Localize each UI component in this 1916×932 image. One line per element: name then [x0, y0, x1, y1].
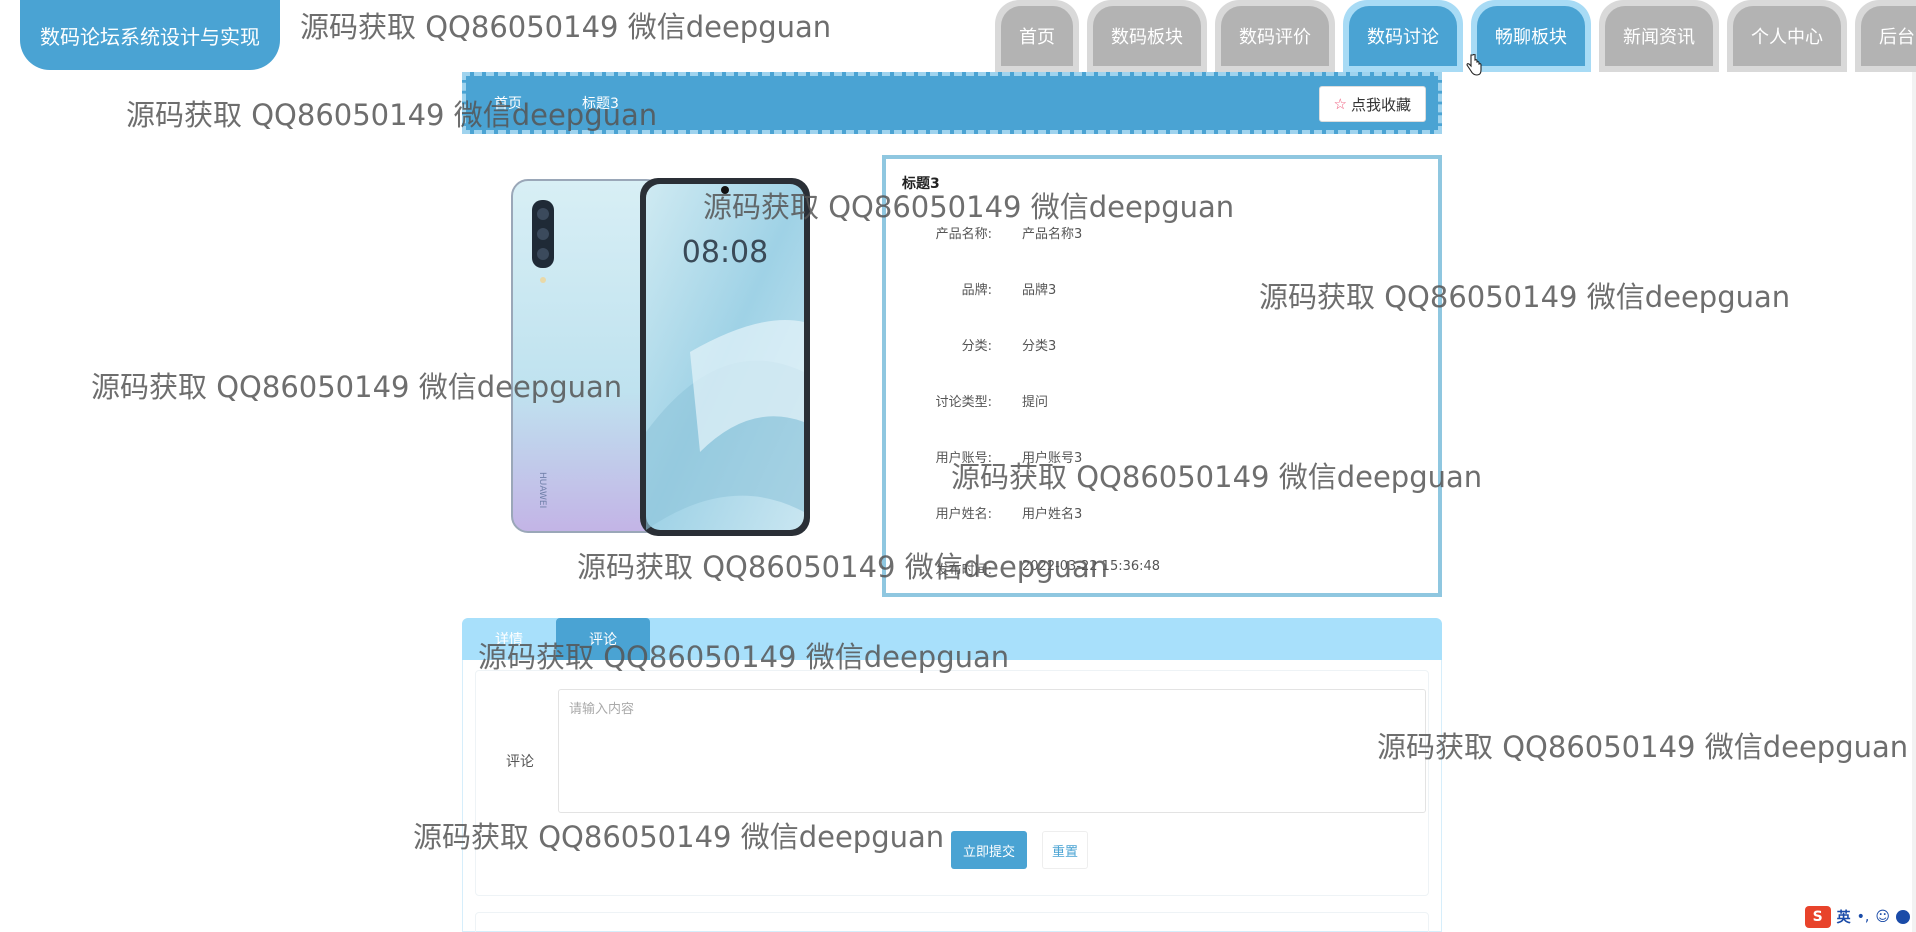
- brand-text: HUAWEI: [537, 472, 547, 508]
- main-nav: 首页 数码板块 数码评价 数码讨论 畅聊板块 新闻资讯 个人中心 后台管理: [995, 0, 1916, 72]
- watermark: 源码获取 QQ86050149 微信deepguan: [1377, 730, 1909, 764]
- detail-key: 产品名称:: [935, 227, 992, 242]
- nav-item-home[interactable]: 首页: [995, 0, 1079, 72]
- tab-comments[interactable]: 评论: [556, 618, 650, 660]
- nav-label[interactable]: 数码板块: [1093, 6, 1201, 66]
- collect-label: 点我收藏: [1350, 95, 1411, 114]
- detail-panel: 标题3 产品名称: 产品名称3 品牌: 品牌3 分类: 分类3 讨论类型: 提问…: [882, 155, 1442, 597]
- nav-label[interactable]: 新闻资讯: [1605, 6, 1713, 66]
- detail-key: 品牌:: [961, 283, 992, 298]
- collect-button[interactable]: ☆ 点我收藏: [1318, 86, 1426, 122]
- detail-value: 产品名称3: [1022, 227, 1083, 242]
- detail-key: 分类:: [961, 339, 992, 354]
- detail-value: 品牌3: [1022, 283, 1057, 298]
- detail-value: 分类3: [1022, 339, 1057, 354]
- detail-value: 2022-03-22 15:36:48: [1022, 559, 1161, 574]
- nav-item-chat-section[interactable]: 畅聊板块: [1471, 0, 1591, 72]
- detail-value: 用户姓名3: [1022, 507, 1083, 522]
- comment-list: [475, 912, 1429, 932]
- nav-item-news[interactable]: 新闻资讯: [1599, 0, 1719, 72]
- detail-key: 用户账号:: [935, 451, 992, 466]
- detail-value: 用户账号3: [1022, 451, 1083, 466]
- breadcrumb: 首页 标题3 ☆ 点我收藏: [462, 72, 1442, 134]
- comment-panel: 评论 立即提交 重置: [462, 660, 1442, 932]
- tab-bar: 详情 评论: [462, 618, 1442, 660]
- star-icon: ☆: [1333, 95, 1347, 113]
- punctuation-mode[interactable]: •,: [1857, 909, 1870, 925]
- detail-key: 用户姓名:: [935, 507, 992, 522]
- detail-key: 讨论类型:: [935, 395, 992, 410]
- tab-details[interactable]: 详情: [462, 618, 556, 660]
- detail-title: 标题3: [902, 176, 940, 192]
- comment-form: 评论 立即提交 重置: [475, 670, 1429, 896]
- breadcrumb-home[interactable]: 首页: [494, 93, 522, 113]
- ime-settings-icon[interactable]: [1896, 910, 1910, 924]
- nav-label[interactable]: 首页: [1001, 6, 1073, 66]
- comment-label: 评论: [506, 754, 534, 770]
- ime-logo-icon[interactable]: S: [1804, 906, 1831, 928]
- detail-key: 发布时间:: [935, 563, 992, 578]
- site-logo[interactable]: 数码论坛系统设计与实现: [20, 0, 280, 70]
- product-image: 08:08 HUAWEI: [511, 178, 810, 536]
- nav-label[interactable]: 后台管理: [1861, 6, 1916, 66]
- detail-value: 提问: [1022, 395, 1049, 410]
- breadcrumb-current: 标题3: [582, 96, 619, 112]
- nav-label[interactable]: 数码评价: [1221, 6, 1329, 66]
- emoji-icon[interactable]: ☺: [1875, 909, 1890, 925]
- scrollbar-track[interactable]: [1912, 0, 1916, 932]
- nav-item-personal-center[interactable]: 个人中心: [1727, 0, 1847, 72]
- nav-item-admin[interactable]: 后台管理: [1855, 0, 1916, 72]
- input-language[interactable]: 英: [1837, 907, 1851, 927]
- system-tray: S 英 •, ☺: [1804, 906, 1910, 928]
- reset-button[interactable]: 重置: [1042, 831, 1088, 869]
- lock-time: 08:08: [682, 235, 768, 270]
- comment-textarea[interactable]: [558, 689, 1426, 813]
- nav-label[interactable]: 数码讨论: [1349, 6, 1457, 66]
- nav-label[interactable]: 畅聊板块: [1477, 6, 1585, 66]
- nav-item-digital-review[interactable]: 数码评价: [1215, 0, 1335, 72]
- nav-item-digital-section[interactable]: 数码板块: [1087, 0, 1207, 72]
- nav-label[interactable]: 个人中心: [1733, 6, 1841, 66]
- submit-button[interactable]: 立即提交: [951, 831, 1027, 869]
- hand-cursor-icon: [1466, 54, 1482, 76]
- nav-item-digital-discussion[interactable]: 数码讨论: [1343, 0, 1463, 72]
- watermark: 源码获取 QQ86050149 微信deepguan: [300, 10, 832, 44]
